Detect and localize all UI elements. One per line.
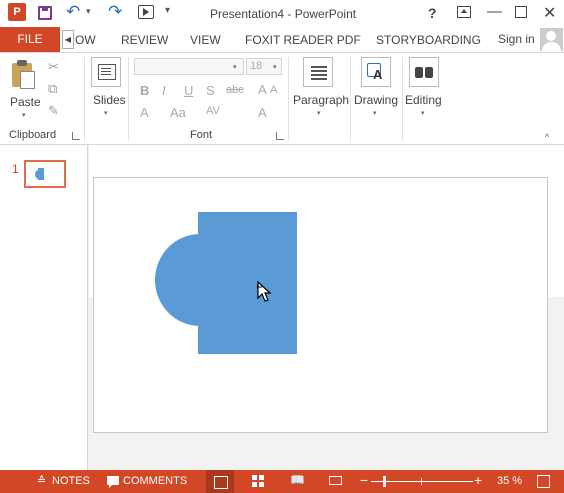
slides-dropdown-icon[interactable]: ▾ — [104, 109, 108, 117]
ribbon: Paste ▾ ✂ ⧉ ✎ Clipboard Slides ▾ ▾ 18 ▾ … — [0, 52, 564, 145]
group-separator — [350, 57, 351, 141]
font-launcher-icon[interactable] — [276, 132, 284, 140]
slide-thumbnail[interactable] — [24, 160, 66, 188]
slide-sorter-view-icon[interactable] — [252, 475, 265, 487]
copy-icon[interactable]: ⧉ — [48, 81, 57, 97]
sign-in-link[interactable]: Sign in — [498, 32, 535, 46]
font-color-button[interactable]: A — [140, 105, 149, 120]
clear-formatting-button[interactable]: A — [258, 105, 267, 120]
slide-editing-area — [89, 145, 564, 470]
close-button[interactable]: ✕ — [543, 3, 556, 23]
avatar[interactable] — [540, 28, 563, 51]
editing-button[interactable]: Editing — [405, 93, 442, 107]
zoom-in-button[interactable]: + — [474, 472, 482, 488]
minimize-button[interactable]: — — [487, 3, 502, 20]
font-group-label: Font — [190, 129, 213, 141]
fit-slide-icon[interactable] — [537, 475, 550, 488]
zoom-level[interactable]: 35 % — [497, 475, 522, 487]
italic-button[interactable]: I — [162, 83, 166, 98]
font-size-dropdown-icon[interactable]: ▾ — [273, 63, 277, 71]
maximize-button[interactable] — [515, 6, 527, 18]
text-shadow-button[interactable]: S — [206, 83, 215, 98]
group-separator — [402, 57, 403, 141]
font-size-value: 18 — [250, 60, 263, 72]
editing-dropdown-icon[interactable]: ▾ — [421, 109, 425, 117]
paste-dropdown-icon[interactable]: ▾ — [22, 111, 26, 119]
help-button[interactable]: ? — [428, 5, 437, 21]
bold-button[interactable]: B — [140, 83, 149, 98]
character-spacing-button[interactable]: AV — [206, 105, 220, 117]
font-name-dropdown-icon[interactable]: ▾ — [233, 63, 237, 71]
slide-canvas[interactable] — [93, 177, 548, 433]
undo-dropdown-icon[interactable]: ▾ — [86, 6, 91, 17]
powerpoint-logo-icon[interactable]: P — [8, 3, 26, 21]
status-bar: ≙ NOTES COMMENTS 📖 − + 35 % — [0, 470, 564, 493]
slide-number: 1 — [12, 162, 19, 176]
rectangle-shape[interactable] — [198, 212, 297, 354]
ribbon-tab-bar: FILE ◀ OW REVIEW VIEW FOXIT READER PDF S… — [0, 27, 564, 52]
clipboard-group-label: Clipboard — [9, 129, 57, 141]
format-painter-icon[interactable]: ✎ — [48, 103, 59, 119]
tab-review[interactable]: REVIEW — [121, 33, 168, 47]
tab-file[interactable]: FILE — [0, 27, 60, 52]
comments-button[interactable]: COMMENTS — [123, 475, 187, 487]
undo-icon[interactable]: ↶ — [66, 2, 80, 22]
tab-storyboarding[interactable]: STORYBOARDING — [376, 33, 481, 47]
ribbon-display-options-icon[interactable] — [457, 6, 471, 18]
zoom-slider[interactable] — [371, 481, 473, 482]
clipboard-launcher-icon[interactable] — [72, 132, 80, 140]
customize-toolbar-icon[interactable]: ▾ — [165, 5, 170, 16]
start-slideshow-icon[interactable] — [138, 5, 154, 19]
window-title: Presentation4 - PowerPoint — [210, 7, 357, 21]
reading-view-icon[interactable]: 📖 — [290, 473, 305, 487]
normal-view-button[interactable] — [206, 470, 234, 493]
tab-view[interactable]: VIEW — [190, 33, 221, 47]
drawing-icon[interactable] — [361, 57, 391, 87]
editing-icon[interactable] — [409, 57, 439, 87]
drawing-dropdown-icon[interactable]: ▾ — [373, 109, 377, 117]
slides-button[interactable]: Slides — [93, 93, 126, 107]
group-separator — [288, 57, 289, 141]
paragraph-icon[interactable] — [303, 57, 333, 87]
collapse-ribbon-icon[interactable]: ^ — [545, 132, 549, 142]
drawing-button[interactable]: Drawing — [354, 93, 398, 107]
move-cursor-icon — [257, 281, 272, 302]
save-icon[interactable] — [38, 6, 52, 20]
paste-icon[interactable] — [10, 59, 36, 89]
comments-icon[interactable] — [107, 476, 119, 488]
zoom-out-button[interactable]: − — [360, 472, 368, 488]
paragraph-button[interactable]: Paragraph — [293, 93, 349, 107]
grow-font-button[interactable]: A — [258, 82, 267, 97]
title-bar: P ↶ ▾ ↷ ▾ Presentation4 - PowerPoint ? —… — [0, 0, 564, 27]
zoom-slider-handle[interactable] — [383, 476, 386, 487]
paragraph-dropdown-icon[interactable]: ▾ — [317, 109, 321, 117]
group-separator — [128, 57, 129, 141]
tab-scroll-left-button[interactable]: ◀ — [62, 30, 74, 49]
paste-button[interactable]: Paste — [10, 95, 41, 109]
slideshow-view-icon[interactable] — [329, 476, 342, 485]
tab-foxit-reader-pdf[interactable]: FOXIT READER PDF — [245, 33, 361, 47]
slides-icon[interactable] — [91, 57, 121, 87]
underline-button[interactable]: U — [184, 83, 193, 98]
notes-icon[interactable]: ≙ — [37, 474, 46, 487]
strikethrough-button[interactable]: abc — [226, 84, 244, 96]
cut-icon[interactable]: ✂ — [48, 59, 59, 75]
font-name-field[interactable] — [134, 58, 244, 75]
tab-slide-show[interactable]: OW — [75, 33, 96, 47]
slide-thumbnail-pane: 1 — [0, 145, 88, 470]
notes-button[interactable]: NOTES — [52, 475, 90, 487]
change-case-button[interactable]: Aa — [170, 105, 186, 120]
shrink-font-button[interactable]: A — [270, 84, 277, 96]
group-separator — [84, 57, 85, 141]
thumbnail-shape-rectangle — [38, 168, 44, 180]
zoom-slider-center-mark — [421, 478, 422, 485]
redo-icon[interactable]: ↷ — [108, 2, 122, 22]
